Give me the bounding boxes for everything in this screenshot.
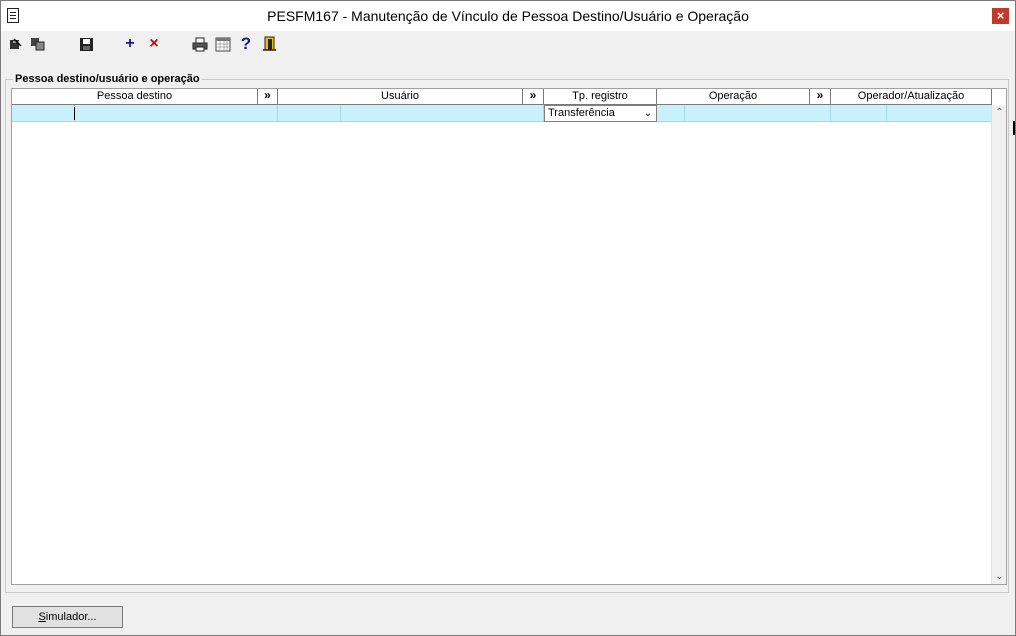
operacao-name-cell[interactable] [685, 105, 831, 122]
table-row[interactable]: Transferência ⌄ [12, 105, 992, 122]
calendar-grid-icon[interactable] [214, 35, 232, 53]
operacao-code-cell[interactable] [657, 105, 685, 122]
chevron-down-icon[interactable]: ⌄ [642, 107, 654, 120]
application-window: PESFM167 - Manutenção de Vínculo de Pess… [0, 0, 1016, 636]
column-header-usuario[interactable]: Usuário [278, 89, 523, 105]
simulator-button[interactable]: Simulador... [12, 606, 123, 628]
data-grid[interactable]: Pessoa destino » Usuário » Tp. registro … [11, 88, 1007, 585]
tp-registro-value: Transferência [548, 107, 615, 119]
close-button[interactable]: × [992, 8, 1009, 24]
pessoa-destino-name-cell[interactable] [75, 105, 278, 122]
atualizacao-cell[interactable] [887, 105, 992, 122]
simulator-button-label: imulador... [45, 611, 97, 623]
scroll-down-icon[interactable]: ⌄ [992, 569, 1007, 584]
operacao-lookup-button[interactable]: » [810, 89, 831, 105]
delete-icon[interactable]: × [145, 35, 163, 53]
simulator-button-mnemonic: S [38, 611, 46, 623]
scroll-up-icon[interactable]: ⌃ [992, 105, 1007, 120]
toolbar: + × ? [1, 31, 1015, 58]
title-bar: PESFM167 - Manutenção de Vínculo de Pess… [1, 1, 1015, 31]
usuario-lookup-button[interactable]: » [523, 89, 544, 105]
usuario-code-cell[interactable] [278, 105, 341, 122]
group-legend: Pessoa destino/usuário e operação [13, 73, 202, 85]
pessoa-destino-code-cell[interactable] [12, 105, 75, 122]
pessoa-destino-lookup-button[interactable]: » [258, 89, 278, 105]
tp-registro-select[interactable]: Transferência ⌄ [544, 105, 657, 122]
column-header-operador-atualizacao[interactable]: Operador/Atualização [831, 89, 992, 105]
operador-cell[interactable] [831, 105, 887, 122]
column-header-operacao[interactable]: Operação [657, 89, 810, 105]
column-header-pessoa-destino[interactable]: Pessoa destino [12, 89, 258, 105]
exit-icon[interactable] [261, 35, 279, 53]
help-icon[interactable]: ? [237, 34, 255, 53]
usuario-name-cell[interactable] [341, 105, 544, 122]
column-header-tp-registro[interactable]: Tp. registro [544, 89, 657, 105]
save-icon[interactable] [77, 35, 95, 53]
add-icon[interactable]: + [121, 35, 139, 53]
copy-icon[interactable] [29, 35, 47, 53]
window-title: PESFM167 - Manutenção de Vínculo de Pess… [267, 8, 749, 24]
window-edge-marker [1013, 121, 1015, 135]
vertical-scrollbar[interactable]: ⌃ ⌄ [991, 105, 1006, 584]
select-icon[interactable] [7, 35, 25, 53]
print-icon[interactable] [191, 35, 209, 53]
